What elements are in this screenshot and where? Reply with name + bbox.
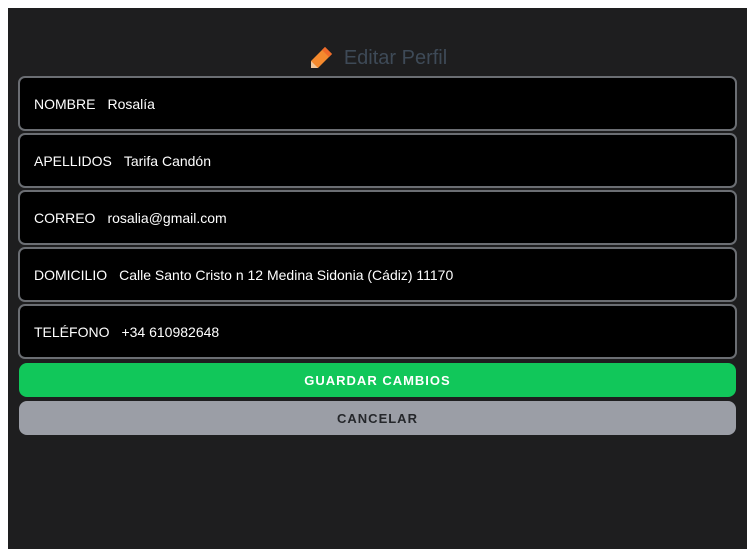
field-label: NOMBRE [34,95,96,112]
page-title: Editar Perfil [343,46,448,69]
field-label: TELÉFONO [34,323,110,340]
field-value[interactable]: Tarifa Candón [124,153,211,169]
field-value[interactable]: Rosalía [107,96,154,112]
field-apellidos[interactable]: APELLIDOS Tarifa Candón [18,133,737,188]
field-domicilio[interactable]: DOMICILIO Calle Santo Cristo n 12 Medina… [18,247,737,302]
field-label: CORREO [34,209,96,226]
cancel-button[interactable]: CANCELAR [19,401,736,435]
panel-header: Editar Perfil [8,40,747,76]
field-correo[interactable]: CORREO rosalia@gmail.com [18,190,737,245]
field-label: APELLIDOS [34,152,112,169]
field-value[interactable]: rosalia@gmail.com [107,210,226,226]
field-telefono[interactable]: TELÉFONO +34 610982648 [18,304,737,359]
edit-profile-panel: Editar Perfil NOMBRE Rosalía APELLIDOS T… [8,8,747,549]
save-changes-button[interactable]: GUARDAR CAMBIOS [19,363,736,397]
field-nombre[interactable]: NOMBRE Rosalía [18,76,737,131]
field-label: DOMICILIO [34,266,108,283]
field-value[interactable]: +34 610982648 [121,324,219,340]
field-value[interactable]: Calle Santo Cristo n 12 Medina Sidonia (… [119,267,453,283]
pencil-icon [308,45,334,71]
profile-fields: NOMBRE Rosalía APELLIDOS Tarifa Candón C… [18,76,737,361]
